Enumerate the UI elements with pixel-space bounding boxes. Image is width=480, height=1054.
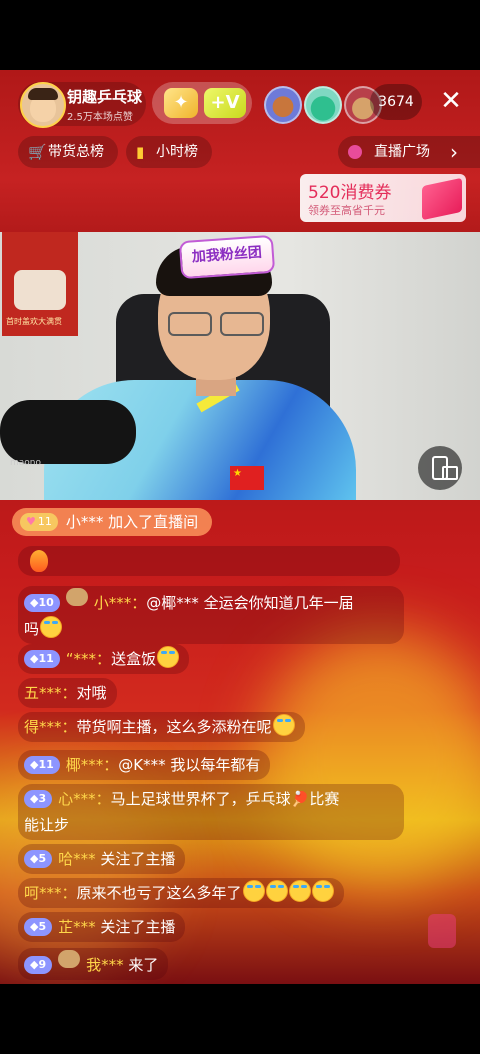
user-level-badge: ◆11 bbox=[24, 650, 60, 668]
join-notice: ♥ 11 小*** 加入了直播间 bbox=[12, 508, 213, 536]
user-level-badge: ◆9 bbox=[24, 956, 53, 974]
chat-message[interactable]: ◆11 椰***：@K*** 我以每年都有 bbox=[18, 750, 271, 780]
viewer-avatar[interactable] bbox=[264, 86, 302, 124]
chat-content: 马上足球世界杯了，乒乓球🏓比赛 bbox=[110, 790, 340, 808]
bar-chart-icon: ▮ bbox=[136, 143, 145, 161]
coupon-subtitle: 领券至高省千元 bbox=[308, 204, 385, 217]
chat-content-continued: 吗 bbox=[24, 620, 40, 638]
crying-laugh-emoji-icon bbox=[40, 616, 63, 638]
hourly-rank-button[interactable]: ▮ 小时榜 bbox=[126, 136, 212, 168]
user-level-badge: ◆3 bbox=[24, 790, 53, 808]
v-badge-icon[interactable]: +V bbox=[204, 88, 246, 118]
diamond-badge-icon[interactable]: ✦ bbox=[164, 88, 198, 118]
cart-icon: 🛒 bbox=[28, 143, 47, 161]
chat-message[interactable]: ◆10 小***：@椰*** 全运会你知道几年一届吗 bbox=[18, 586, 404, 644]
chat-content: 送盒饭 bbox=[111, 650, 157, 668]
viewer-avatar[interactable] bbox=[304, 86, 342, 124]
crying-laugh-emoji-icon bbox=[242, 880, 265, 902]
coupon-title: 520消费券 bbox=[308, 183, 392, 203]
goods-rank-button[interactable]: 🛒 带货总榜 bbox=[18, 136, 118, 168]
fan-badge-icon bbox=[65, 588, 88, 606]
chat-username[interactable]: 呵***： bbox=[24, 884, 77, 902]
chat-username[interactable]: 芷*** bbox=[58, 918, 96, 936]
chat-username[interactable]: 五***： bbox=[24, 684, 77, 702]
chat-message[interactable]: ◆5 哈*** 关注了主播 bbox=[18, 844, 186, 874]
join-text: 小*** 加入了直播间 bbox=[65, 513, 199, 531]
crying-laugh-emoji-icon bbox=[311, 880, 334, 902]
chat-message[interactable]: 呵***：原来不也亏了这么多年了 bbox=[18, 878, 344, 908]
chat-username[interactable]: 小***： bbox=[94, 594, 147, 612]
chat-message[interactable]: ◆5 芷*** 关注了主播 bbox=[18, 912, 186, 942]
poster-text: 首时盖欢大满贯 bbox=[6, 317, 62, 326]
microphone bbox=[0, 400, 136, 464]
fire-message bbox=[18, 546, 400, 576]
join-fan-club-badge[interactable]: 加我粉丝团 bbox=[178, 234, 276, 280]
chat-content: @K*** 我以每年都有 bbox=[118, 756, 261, 774]
user-level-badge: ◆11 bbox=[24, 756, 60, 774]
coupon-ticket-icon bbox=[422, 177, 462, 221]
user-level-badge: ◆10 bbox=[24, 594, 60, 612]
chat-message[interactable]: ◆11 “***：送盒饭 bbox=[18, 644, 190, 674]
gift-icon[interactable] bbox=[420, 900, 464, 954]
chat-username[interactable]: 得***： bbox=[24, 718, 77, 736]
crying-laugh-emoji-icon bbox=[157, 646, 180, 668]
coupon-banner[interactable]: 520消费券 领券至高省千元 bbox=[300, 174, 466, 222]
chat-message[interactable]: ◆9 我*** 来了 bbox=[18, 948, 169, 980]
live-room: 钥趣乒乓球 2.5万本场点赞 ✦ +V 3674 ✕ 🛒 带货总榜 ▮ 小时榜 … bbox=[0, 70, 480, 984]
host-name[interactable]: 钥趣乒乓球 bbox=[67, 86, 142, 107]
chat-message[interactable]: 得***：带货啊主播，这么多添粉在呢 bbox=[18, 712, 305, 742]
hourly-rank-label: 小时榜 bbox=[156, 144, 198, 160]
crying-laugh-emoji-icon bbox=[288, 880, 311, 902]
wall-poster: 首时盖欢大满贯 bbox=[2, 232, 78, 336]
chat-message[interactable]: ◆3 心***：马上足球世界杯了，乒乓球🏓比赛能让步 bbox=[18, 784, 404, 840]
viewer-count[interactable]: 3674 bbox=[370, 84, 422, 120]
crying-laugh-emoji-icon bbox=[272, 714, 295, 736]
join-level-badge: ♥ 11 bbox=[20, 513, 58, 531]
chat-username[interactable]: 心***： bbox=[58, 790, 111, 808]
goods-rank-label: 带货总榜 bbox=[48, 144, 104, 160]
glasses bbox=[164, 312, 264, 336]
crying-laugh-emoji-icon bbox=[265, 880, 288, 902]
chat-content: 关注了主播 bbox=[95, 850, 176, 868]
chat-username[interactable]: 我*** bbox=[86, 956, 124, 974]
host-avatar[interactable] bbox=[20, 82, 66, 128]
fan-badge-icon bbox=[58, 950, 81, 968]
chat-content: 带货啊主播，这么多添粉在呢 bbox=[76, 718, 272, 736]
chat-content: 对哦 bbox=[76, 684, 107, 702]
chat-username[interactable]: 哈*** bbox=[58, 850, 96, 868]
chat-username[interactable]: “***： bbox=[66, 650, 111, 668]
chat-content: 关注了主播 bbox=[95, 918, 176, 936]
chat-content: 来了 bbox=[123, 956, 159, 974]
chat-content: 原来不也亏了这么多年了 bbox=[76, 884, 242, 902]
chat-content: @椰*** 全运会你知道几年一届 bbox=[146, 594, 354, 612]
fire-icon bbox=[30, 550, 48, 572]
host-likes: 2.5万本场点赞 bbox=[67, 112, 133, 123]
chat-username[interactable]: 椰***： bbox=[66, 756, 119, 774]
mic-brand: maono bbox=[10, 458, 41, 468]
chevron-right-icon: › bbox=[450, 140, 458, 164]
rotate-screen-icon[interactable] bbox=[418, 446, 462, 490]
live-video[interactable]: 首时盖欢大满贯 ★ maono 加我粉丝团 bbox=[0, 232, 480, 500]
china-flag-icon: ★ bbox=[230, 466, 264, 490]
user-level-badge: ◆5 bbox=[24, 850, 53, 868]
background-glow bbox=[260, 630, 480, 890]
chat-message[interactable]: 五***：对哦 bbox=[18, 678, 117, 708]
chat-content-continued: 能让步 bbox=[24, 816, 70, 834]
close-icon[interactable]: ✕ bbox=[436, 86, 466, 116]
live-square-button[interactable]: 直播广场 › bbox=[338, 136, 480, 168]
user-level-badge: ◆5 bbox=[24, 918, 53, 936]
live-square-label: 直播广场 bbox=[374, 144, 430, 160]
planet-icon bbox=[348, 145, 362, 159]
